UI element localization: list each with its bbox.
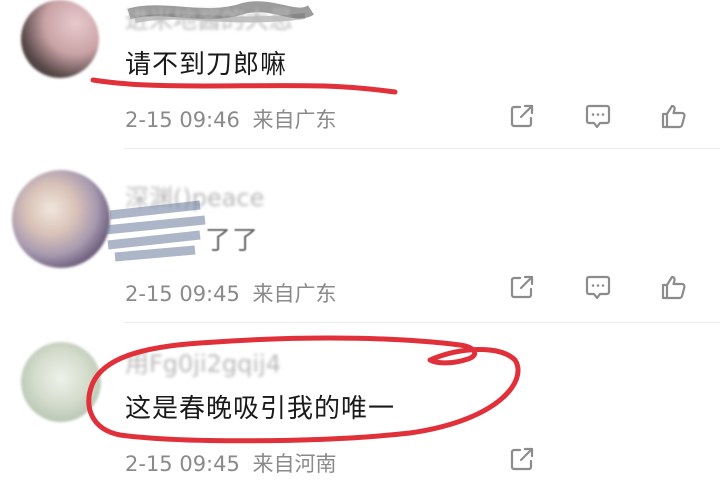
comment-item: 深渊()peace 了了 2-15 09:45 来自广东 (0, 160, 720, 320)
comment-text: 请不到刀郎嘛 (125, 50, 288, 80)
comment-date: 2-15 09:45 (125, 452, 240, 476)
avatar[interactable] (21, 0, 99, 78)
comment-location: 来自广东 (252, 108, 337, 132)
share-icon (510, 447, 534, 471)
share-icon (510, 104, 534, 128)
like-button[interactable] (659, 272, 689, 302)
divider (124, 322, 720, 323)
share-button[interactable] (507, 101, 537, 131)
comment-item: 进米地酱的大忌 请不到刀郎嘛 2-15 09:46 来自广东 (0, 0, 720, 145)
avatar[interactable] (21, 342, 101, 422)
thumbs-up-icon (661, 275, 686, 300)
comment-meta: 2-15 09:45 来自广东 (125, 278, 337, 308)
share-button[interactable] (507, 444, 537, 474)
comment-date: 2-15 09:46 (125, 108, 240, 132)
text-redaction (104, 200, 206, 262)
avatar[interactable] (12, 170, 110, 268)
comment-meta: 2-15 09:46 来自广东 (125, 104, 337, 134)
comment-location: 来自广东 (252, 282, 337, 306)
reply-button[interactable] (583, 272, 613, 302)
comment-location: 来自河南 (252, 452, 337, 476)
username[interactable]: 进米地酱的大忌 (125, 0, 293, 35)
comment-icon (585, 104, 611, 129)
comment-item: 用Fg0ji2gqij4 这是春晚吸引我的唯一 2-15 09:45 来自河南 (0, 330, 720, 482)
divider (124, 148, 720, 149)
comment-date: 2-15 09:45 (125, 282, 240, 306)
thumbs-up-icon (661, 104, 686, 129)
reply-button[interactable] (583, 101, 613, 131)
comment-meta: 2-15 09:45 来自河南 (125, 448, 337, 478)
username[interactable]: 用Fg0ji2gqij4 (125, 344, 281, 379)
comment-text: 了了 (205, 226, 260, 256)
share-icon (510, 275, 534, 299)
comment-text: 这是春晚吸引我的唯一 (125, 394, 396, 424)
like-button[interactable] (659, 101, 689, 131)
share-button[interactable] (507, 272, 537, 302)
comment-icon (585, 275, 611, 300)
